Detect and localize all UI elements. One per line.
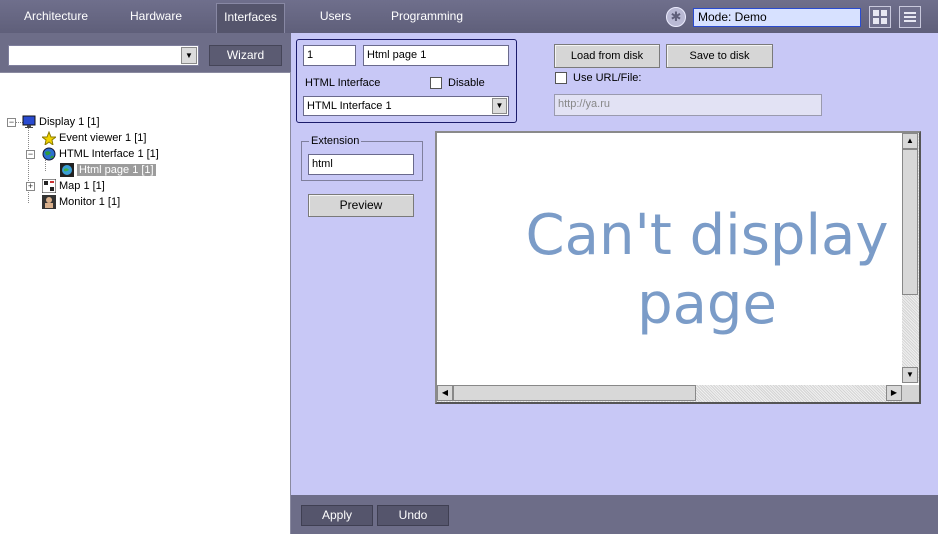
apply-button[interactable]: Apply (301, 505, 373, 526)
tree-expander[interactable]: − (26, 150, 35, 159)
camera-monitor-icon (42, 195, 56, 210)
top-navigation-bar: Architecture Hardware Interfaces Users P… (0, 0, 938, 33)
vertical-scroll-thumb[interactable] (902, 149, 918, 295)
chevron-down-icon[interactable]: ▼ (492, 98, 507, 114)
layout-grid-icon[interactable] (869, 6, 891, 28)
scrollbar-corner (902, 385, 919, 402)
mode-display[interactable]: Mode: Demo (693, 8, 861, 27)
object-tree-panel: ▼ Wizard − Display 1 [1] Event viewer 1 … (0, 33, 291, 534)
tree-item-html-page[interactable]: Html page 1 [1] (60, 162, 156, 178)
bottom-action-bar: Apply Undo (291, 495, 938, 534)
map-icon (41, 178, 57, 194)
tree-item-html-interface[interactable]: HTML Interface 1 [1] (42, 146, 159, 162)
tree-item-map[interactable]: Map 1 [1] (41, 178, 105, 194)
html-interface-label: HTML Interface (305, 77, 381, 89)
scroll-right-icon[interactable]: ▶ (886, 385, 902, 401)
tree-item-label: Map 1 [1] (59, 180, 105, 192)
tree-item-label: HTML Interface 1 [1] (59, 148, 159, 160)
cant-display-message: Can't display page (525, 203, 889, 337)
tree-item-label: Html page 1 [1] (77, 164, 156, 176)
wizard-button[interactable]: Wizard (209, 45, 282, 66)
tree-expander[interactable]: − (7, 118, 16, 127)
tree-item-event-viewer[interactable]: Event viewer 1 [1] (40, 130, 147, 147)
tab-architecture[interactable]: Architecture (14, 3, 98, 33)
scroll-left-icon[interactable]: ◀ (437, 385, 453, 401)
object-id-field[interactable]: 1 (303, 45, 356, 66)
object-filter-combo[interactable]: ▼ (8, 45, 199, 66)
mode-icon[interactable]: ✱ (666, 7, 686, 27)
chevron-down-icon[interactable]: ▼ (181, 47, 197, 64)
url-input[interactable]: http://ya.ru (554, 94, 822, 116)
horizontal-scrollbar[interactable]: ◀ ▶ (437, 385, 902, 402)
preview-button[interactable]: Preview (308, 194, 414, 217)
globe-icon (42, 147, 56, 161)
tree-item-display[interactable]: Display 1 [1] (22, 114, 100, 130)
scroll-down-icon[interactable]: ▼ (902, 367, 918, 383)
tree-item-label: Monitor 1 [1] (59, 196, 121, 208)
monitor-icon (22, 115, 36, 129)
html-interface-select[interactable]: HTML Interface 1 ▼ (303, 96, 509, 116)
disable-label: Disable (448, 77, 485, 89)
tab-programming[interactable]: Programming (386, 3, 468, 33)
use-url-checkbox[interactable] (555, 72, 567, 84)
settings-panel: 1 Html page 1 HTML Interface Disable HTM… (291, 33, 938, 495)
use-url-label: Use URL/File: (573, 72, 642, 84)
extension-label: Extension (309, 135, 362, 147)
save-to-disk-button[interactable]: Save to disk (666, 44, 773, 68)
tab-interfaces[interactable]: Interfaces (216, 3, 285, 33)
tree-item-label: Event viewer 1 [1] (59, 132, 147, 144)
horizontal-scroll-thumb[interactable] (453, 385, 696, 401)
tree-item-monitor[interactable]: Monitor 1 [1] (42, 194, 120, 210)
html-interface-select-value: HTML Interface 1 (307, 100, 392, 112)
disable-checkbox[interactable] (430, 77, 442, 89)
object-properties-group: 1 Html page 1 HTML Interface Disable HTM… (296, 39, 517, 123)
tab-hardware[interactable]: Hardware (116, 3, 196, 33)
html-preview-viewer[interactable]: Can't display page ▲ ▼ ◀ ▶ (435, 131, 921, 404)
extension-group: Extension html (301, 136, 423, 181)
object-name-field[interactable]: Html page 1 (363, 45, 509, 66)
vertical-scrollbar[interactable]: ▲ ▼ (902, 133, 919, 383)
tree-item-label: Display 1 [1] (39, 116, 100, 128)
extension-field[interactable]: html (308, 154, 414, 175)
tab-users[interactable]: Users (308, 3, 363, 33)
event-viewer-icon (40, 130, 58, 147)
tree-expander[interactable]: + (26, 182, 35, 191)
object-tree: − Display 1 [1] Event viewer 1 [1] − HTM… (0, 72, 291, 534)
load-from-disk-button[interactable]: Load from disk (554, 44, 660, 68)
tree-connector (28, 123, 29, 203)
undo-button[interactable]: Undo (377, 505, 449, 526)
scroll-up-icon[interactable]: ▲ (902, 133, 918, 149)
html-page-icon (60, 163, 74, 178)
menu-icon[interactable] (899, 6, 921, 28)
